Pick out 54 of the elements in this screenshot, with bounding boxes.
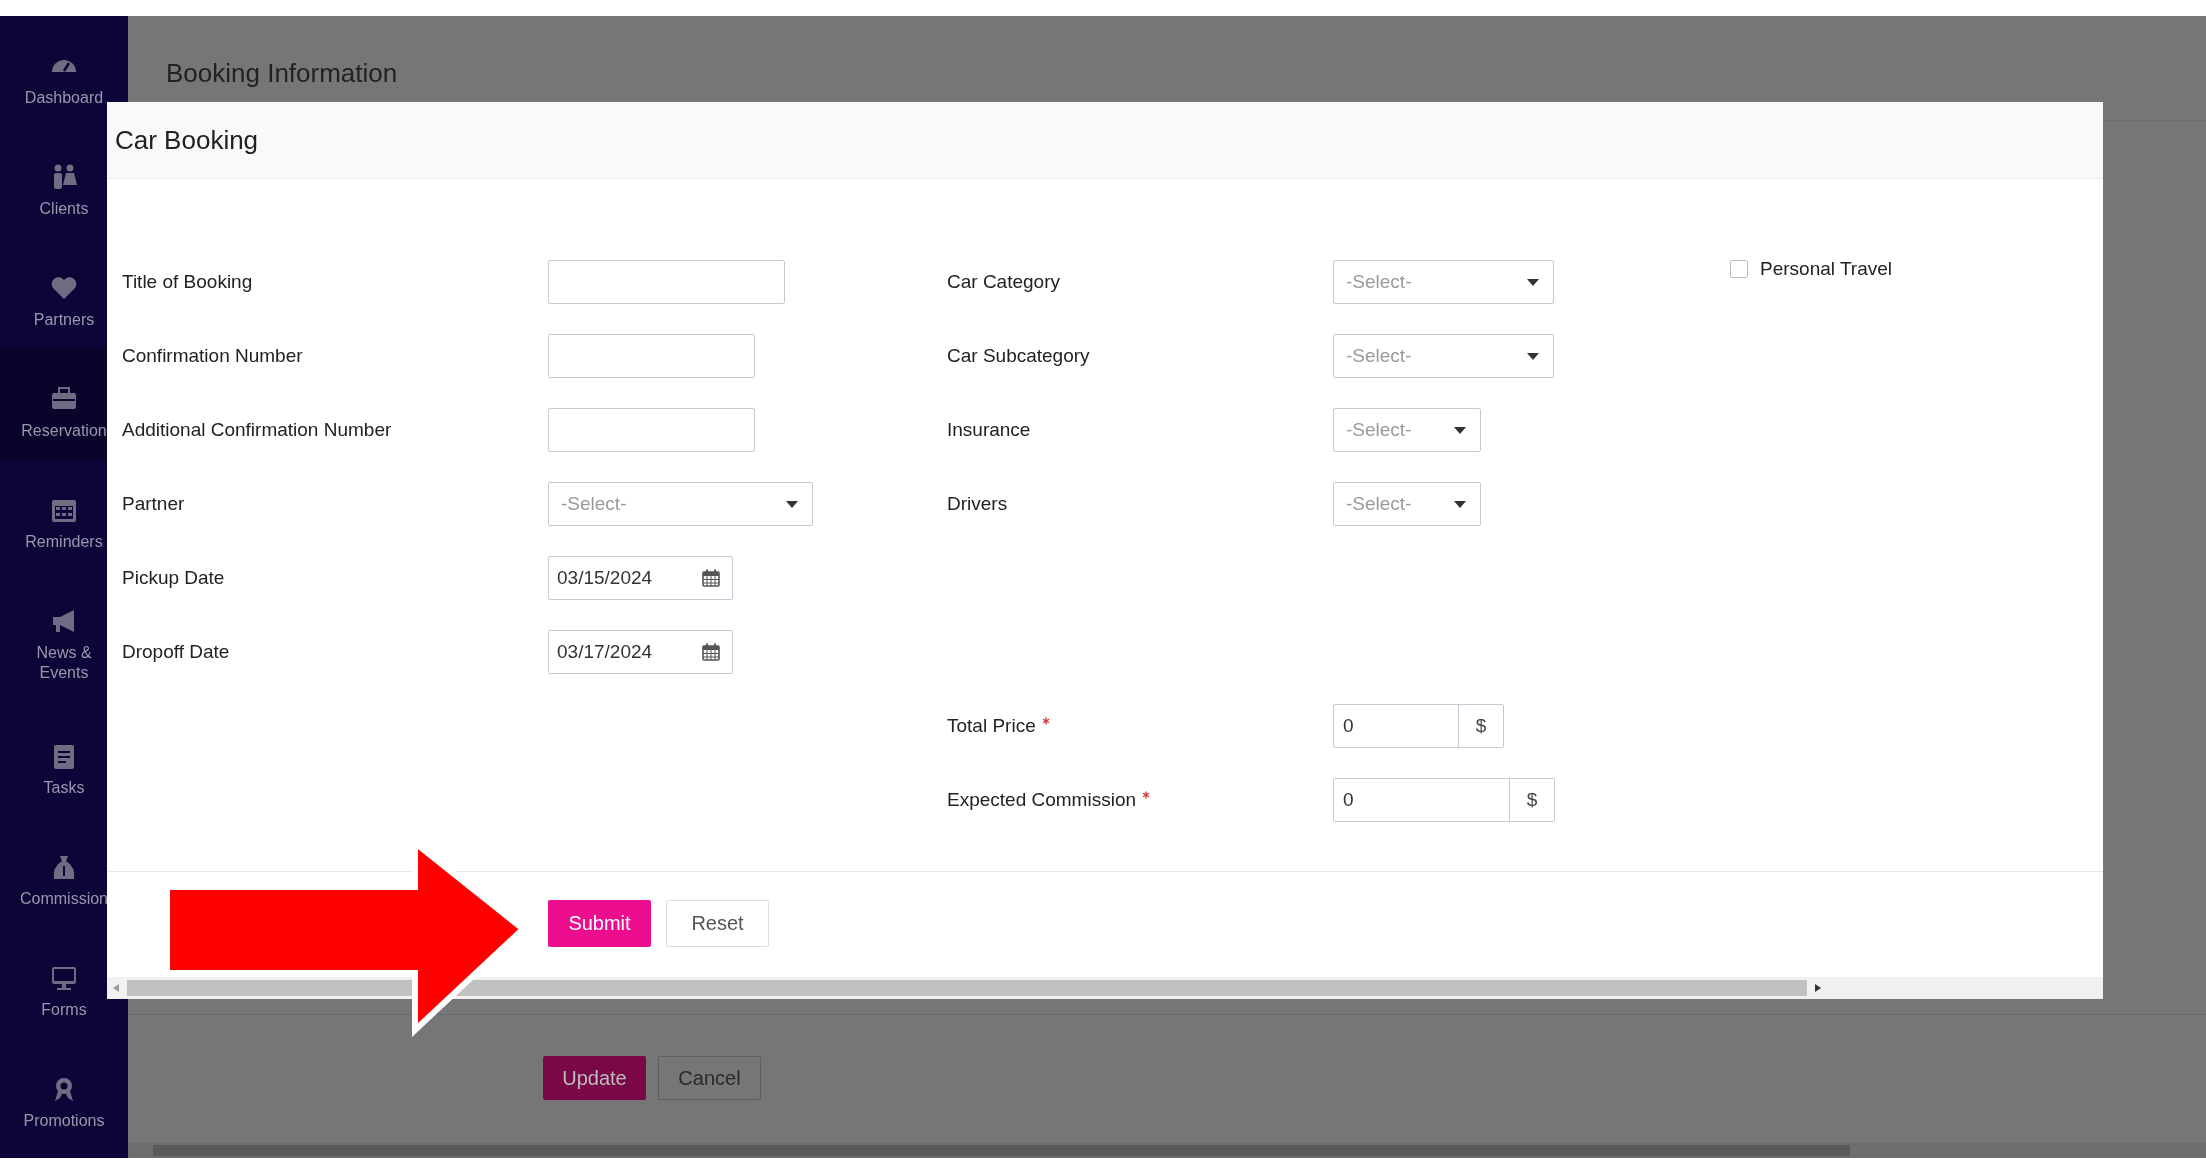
sidebar-label: Reservation xyxy=(21,421,107,441)
sidebar-item[interactable]: Dashboard xyxy=(0,16,128,127)
sidebar-label: News & Events xyxy=(35,643,93,683)
caret-icon xyxy=(1454,426,1466,434)
field-label: Pickup Date xyxy=(122,567,226,589)
scroll-right-icon[interactable] xyxy=(1815,984,1821,992)
sidebar-label: Tasks xyxy=(43,778,85,798)
field-label: Car Subcategory xyxy=(947,345,1091,367)
modal-title: Car Booking xyxy=(115,124,259,156)
price-field[interactable]: 0 $ xyxy=(1333,704,1504,748)
monitor-icon xyxy=(50,964,78,992)
field-label: Car Category xyxy=(947,271,1061,293)
page-title: Booking Information xyxy=(166,57,398,89)
checkbox-label: Personal Travel xyxy=(1760,258,1892,280)
field-label: Expected Commission xyxy=(947,789,1137,811)
caret-icon xyxy=(786,500,798,508)
text-field[interactable] xyxy=(548,334,755,378)
reset-button[interactable]: Reset xyxy=(666,900,769,947)
caret-icon xyxy=(1527,352,1539,360)
text-field[interactable] xyxy=(548,260,785,304)
currency-addon: $ xyxy=(1509,779,1554,821)
field-label: Partner xyxy=(122,493,186,515)
submit-button[interactable]: Submit xyxy=(548,900,651,947)
sidebar-label: Dashboard xyxy=(24,88,104,108)
sidebar-label: Forms xyxy=(41,1000,87,1020)
calendar-icon xyxy=(702,643,720,661)
sidebar-label: Partners xyxy=(33,310,95,330)
field-label: Insurance xyxy=(947,419,1032,441)
heart-icon xyxy=(50,274,78,302)
field-label: Total Price xyxy=(947,715,1036,737)
sidebar-item[interactable]: Tasks xyxy=(0,706,128,817)
caret-icon xyxy=(1454,500,1466,508)
sidebar-label: Reminders xyxy=(25,532,103,552)
field-label: Dropoff Date xyxy=(122,641,231,663)
sidebar-item[interactable]: Promotions xyxy=(0,1039,128,1150)
sidebar-label: Promotions xyxy=(23,1111,105,1131)
currency-addon: $ xyxy=(1458,705,1503,747)
update-button[interactable]: Update xyxy=(543,1056,646,1100)
calendar-icon xyxy=(702,569,720,587)
sidebar-item[interactable]: Commission xyxy=(0,817,128,928)
field-label: Drivers xyxy=(947,493,1009,515)
page-scrollbar[interactable] xyxy=(128,1143,2206,1158)
sidebar-label: Commission xyxy=(20,889,108,909)
sidebar-item[interactable]: Forms xyxy=(0,928,128,1039)
scroll-left-icon[interactable] xyxy=(113,984,119,992)
checkbox[interactable] xyxy=(1730,260,1748,278)
sidebar-label: Clients xyxy=(39,199,89,219)
modal-scrollbar[interactable] xyxy=(107,977,2103,999)
caret-icon xyxy=(1527,278,1539,286)
field-label: Title of Booking xyxy=(122,271,254,293)
text-field[interactable] xyxy=(548,408,755,452)
price-field[interactable]: 0 $ xyxy=(1333,778,1555,822)
date-field[interactable]: 03/15/2024 xyxy=(548,556,733,600)
date-field[interactable]: 03/17/2024 xyxy=(548,630,733,674)
